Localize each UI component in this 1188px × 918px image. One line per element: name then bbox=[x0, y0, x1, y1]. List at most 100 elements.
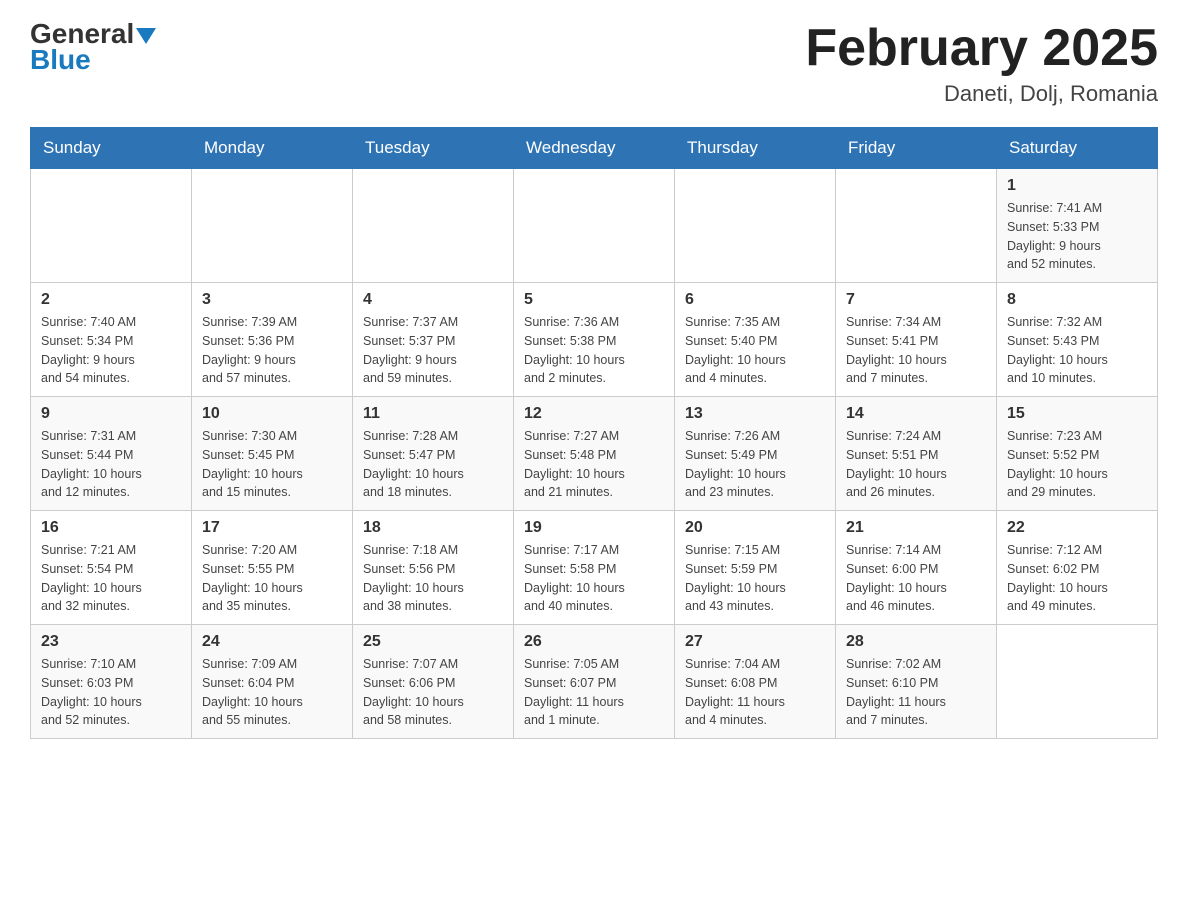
calendar-cell bbox=[675, 169, 836, 283]
day-info: Sunrise: 7:14 AM Sunset: 6:00 PM Dayligh… bbox=[846, 541, 986, 616]
day-number: 7 bbox=[846, 291, 986, 309]
day-info: Sunrise: 7:37 AM Sunset: 5:37 PM Dayligh… bbox=[363, 313, 503, 388]
calendar-cell bbox=[353, 169, 514, 283]
calendar-cell: 15Sunrise: 7:23 AM Sunset: 5:52 PM Dayli… bbox=[997, 397, 1158, 511]
calendar-cell: 2 Sunrise: 7:40 AM Sunset: 5:34 PM Daylig… bbox=[31, 283, 192, 397]
day-info: Sunrise: 7:41 AM Sunset: 5:33 PM Dayligh… bbox=[1007, 199, 1147, 274]
calendar-cell: 22 Sunrise: 7:12 AM Sunset: 6:02 PM Dayli… bbox=[997, 511, 1158, 625]
weekday-header-saturday: Saturday bbox=[997, 128, 1158, 169]
day-info: Sunrise: 7:05 AM Sunset: 6:07 PM Dayligh… bbox=[524, 655, 664, 730]
calendar-cell: 13Sunrise: 7:26 AM Sunset: 5:49 PM Dayli… bbox=[675, 397, 836, 511]
calendar-row-0: 1 Sunrise: 7:41 AM Sunset: 5:33 PM Daylig… bbox=[31, 169, 1158, 283]
calendar-cell: 28 Sunrise: 7:02 AM Sunset: 6:10 PM Dayli… bbox=[836, 625, 997, 739]
calendar-cell: 11 Sunrise: 7:28 AM Sunset: 5:47 PM Dayli… bbox=[353, 397, 514, 511]
logo-area: General Blue bbox=[30, 20, 156, 76]
day-number: 23 bbox=[41, 633, 181, 651]
day-number: 25 bbox=[363, 633, 503, 651]
day-info: Sunrise: 7:10 AM Sunset: 6:03 PM Dayligh… bbox=[41, 655, 181, 730]
day-number: 2 bbox=[41, 291, 181, 309]
day-info: Sunrise: 7:04 AM Sunset: 6:08 PM Dayligh… bbox=[685, 655, 825, 730]
day-info: Sunrise: 7:30 AM Sunset: 5:45 PM Dayligh… bbox=[202, 427, 342, 502]
calendar-cell: 1 Sunrise: 7:41 AM Sunset: 5:33 PM Daylig… bbox=[997, 169, 1158, 283]
calendar-row-2: 9 Sunrise: 7:31 AM Sunset: 5:44 PM Daylig… bbox=[31, 397, 1158, 511]
calendar-cell: 10 Sunrise: 7:30 AM Sunset: 5:45 PM Dayli… bbox=[192, 397, 353, 511]
calendar-cell: 17 Sunrise: 7:20 AM Sunset: 5:55 PM Dayli… bbox=[192, 511, 353, 625]
page-header: General Blue February 2025 Daneti, Dolj,… bbox=[30, 20, 1158, 107]
day-info: Sunrise: 7:28 AM Sunset: 5:47 PM Dayligh… bbox=[363, 427, 503, 502]
day-info: Sunrise: 7:07 AM Sunset: 6:06 PM Dayligh… bbox=[363, 655, 503, 730]
calendar-cell bbox=[192, 169, 353, 283]
weekday-header-thursday: Thursday bbox=[675, 128, 836, 169]
day-number: 26 bbox=[524, 633, 664, 651]
weekday-header-tuesday: Tuesday bbox=[353, 128, 514, 169]
day-number: 3 bbox=[202, 291, 342, 309]
day-info: Sunrise: 7:27 AM Sunset: 5:48 PM Dayligh… bbox=[524, 427, 664, 502]
day-number: 6 bbox=[685, 291, 825, 309]
day-number: 27 bbox=[685, 633, 825, 651]
calendar-cell: 20Sunrise: 7:15 AM Sunset: 5:59 PM Dayli… bbox=[675, 511, 836, 625]
weekday-header-friday: Friday bbox=[836, 128, 997, 169]
calendar-cell: 8 Sunrise: 7:32 AM Sunset: 5:43 PM Daylig… bbox=[997, 283, 1158, 397]
day-number: 20 bbox=[685, 519, 825, 537]
calendar-cell: 14Sunrise: 7:24 AM Sunset: 5:51 PM Dayli… bbox=[836, 397, 997, 511]
day-number: 24 bbox=[202, 633, 342, 651]
day-info: Sunrise: 7:40 AM Sunset: 5:34 PM Dayligh… bbox=[41, 313, 181, 388]
day-info: Sunrise: 7:34 AM Sunset: 5:41 PM Dayligh… bbox=[846, 313, 986, 388]
month-title: February 2025 bbox=[805, 20, 1158, 77]
calendar-cell bbox=[514, 169, 675, 283]
calendar-cell: 18 Sunrise: 7:18 AM Sunset: 5:56 PM Dayli… bbox=[353, 511, 514, 625]
calendar-cell: 12 Sunrise: 7:27 AM Sunset: 5:48 PM Dayli… bbox=[514, 397, 675, 511]
day-info: Sunrise: 7:39 AM Sunset: 5:36 PM Dayligh… bbox=[202, 313, 342, 388]
day-number: 11 bbox=[363, 405, 503, 423]
day-info: Sunrise: 7:02 AM Sunset: 6:10 PM Dayligh… bbox=[846, 655, 986, 730]
calendar-cell: 4 Sunrise: 7:37 AM Sunset: 5:37 PM Daylig… bbox=[353, 283, 514, 397]
day-number: 12 bbox=[524, 405, 664, 423]
weekday-header-monday: Monday bbox=[192, 128, 353, 169]
day-number: 28 bbox=[846, 633, 986, 651]
day-number: 15 bbox=[1007, 405, 1147, 423]
calendar-cell: 5 Sunrise: 7:36 AM Sunset: 5:38 PM Daylig… bbox=[514, 283, 675, 397]
calendar-cell: 9 Sunrise: 7:31 AM Sunset: 5:44 PM Daylig… bbox=[31, 397, 192, 511]
day-info: Sunrise: 7:21 AM Sunset: 5:54 PM Dayligh… bbox=[41, 541, 181, 616]
day-number: 10 bbox=[202, 405, 342, 423]
title-area: February 2025 Daneti, Dolj, Romania bbox=[805, 20, 1158, 107]
calendar-cell: 24Sunrise: 7:09 AM Sunset: 6:04 PM Dayli… bbox=[192, 625, 353, 739]
calendar-row-4: 23 Sunrise: 7:10 AM Sunset: 6:03 PM Dayli… bbox=[31, 625, 1158, 739]
day-info: Sunrise: 7:24 AM Sunset: 5:51 PM Dayligh… bbox=[846, 427, 986, 502]
day-number: 18 bbox=[363, 519, 503, 537]
day-number: 17 bbox=[202, 519, 342, 537]
day-number: 8 bbox=[1007, 291, 1147, 309]
calendar-cell bbox=[836, 169, 997, 283]
day-info: Sunrise: 7:35 AM Sunset: 5:40 PM Dayligh… bbox=[685, 313, 825, 388]
calendar-cell: 26 Sunrise: 7:05 AM Sunset: 6:07 PM Dayli… bbox=[514, 625, 675, 739]
calendar-cell: 19Sunrise: 7:17 AM Sunset: 5:58 PM Dayli… bbox=[514, 511, 675, 625]
day-number: 21 bbox=[846, 519, 986, 537]
day-info: Sunrise: 7:36 AM Sunset: 5:38 PM Dayligh… bbox=[524, 313, 664, 388]
calendar-cell: 21 Sunrise: 7:14 AM Sunset: 6:00 PM Dayli… bbox=[836, 511, 997, 625]
calendar-cell: 27 Sunrise: 7:04 AM Sunset: 6:08 PM Dayli… bbox=[675, 625, 836, 739]
day-number: 4 bbox=[363, 291, 503, 309]
day-number: 1 bbox=[1007, 177, 1147, 195]
weekday-header-sunday: Sunday bbox=[31, 128, 192, 169]
day-number: 5 bbox=[524, 291, 664, 309]
calendar-cell: 7 Sunrise: 7:34 AM Sunset: 5:41 PM Daylig… bbox=[836, 283, 997, 397]
day-info: Sunrise: 7:32 AM Sunset: 5:43 PM Dayligh… bbox=[1007, 313, 1147, 388]
day-info: Sunrise: 7:31 AM Sunset: 5:44 PM Dayligh… bbox=[41, 427, 181, 502]
day-number: 16 bbox=[41, 519, 181, 537]
calendar-cell: 25 Sunrise: 7:07 AM Sunset: 6:06 PM Dayli… bbox=[353, 625, 514, 739]
calendar-table: SundayMondayTuesdayWednesdayThursdayFrid… bbox=[30, 127, 1158, 739]
calendar-cell bbox=[31, 169, 192, 283]
logo-triangle-icon bbox=[136, 28, 156, 44]
day-number: 9 bbox=[41, 405, 181, 423]
day-info: Sunrise: 7:18 AM Sunset: 5:56 PM Dayligh… bbox=[363, 541, 503, 616]
day-info: Sunrise: 7:12 AM Sunset: 6:02 PM Dayligh… bbox=[1007, 541, 1147, 616]
weekday-header-wednesday: Wednesday bbox=[514, 128, 675, 169]
logo-blue: Blue bbox=[30, 44, 91, 76]
day-info: Sunrise: 7:26 AM Sunset: 5:49 PM Dayligh… bbox=[685, 427, 825, 502]
location-title: Daneti, Dolj, Romania bbox=[805, 81, 1158, 107]
calendar-cell: 6 Sunrise: 7:35 AM Sunset: 5:40 PM Daylig… bbox=[675, 283, 836, 397]
day-number: 22 bbox=[1007, 519, 1147, 537]
day-info: Sunrise: 7:20 AM Sunset: 5:55 PM Dayligh… bbox=[202, 541, 342, 616]
calendar-row-3: 16 Sunrise: 7:21 AM Sunset: 5:54 PM Dayli… bbox=[31, 511, 1158, 625]
calendar-cell bbox=[997, 625, 1158, 739]
